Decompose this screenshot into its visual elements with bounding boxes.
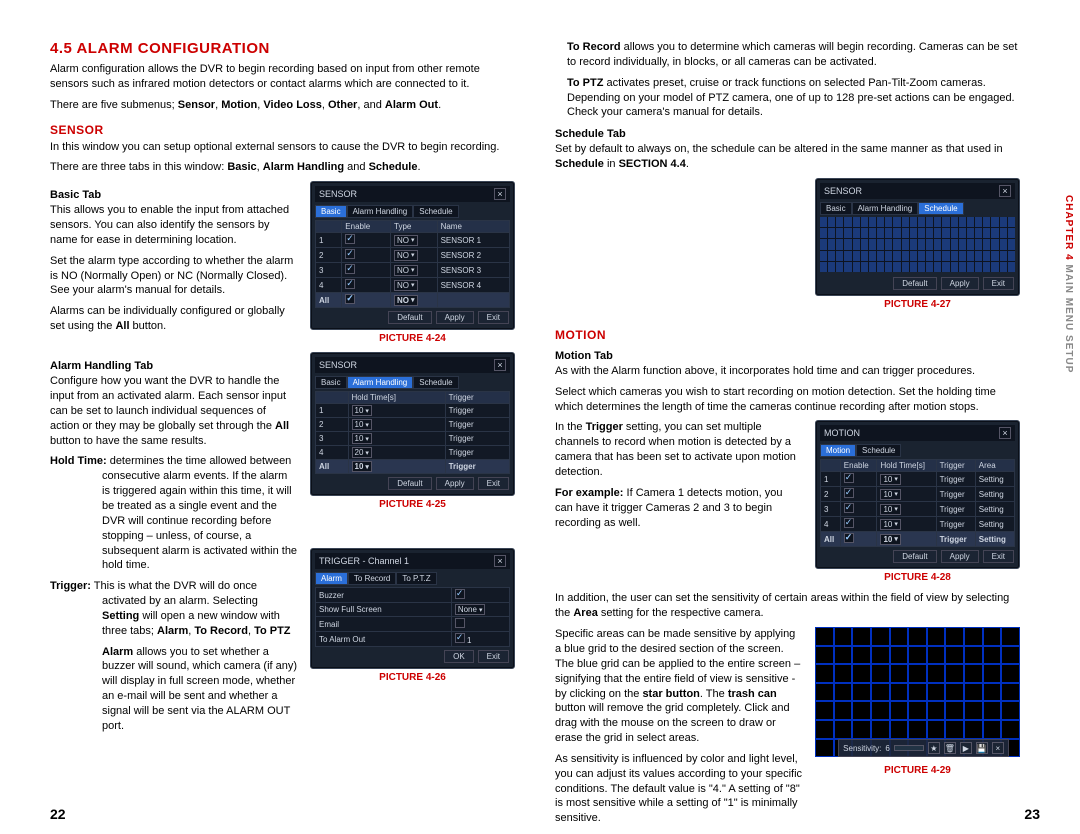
left-page: 4.5 ALARM CONFIGURATION Alarm configurat… bbox=[50, 40, 515, 814]
picture-caption: PICTURE 4-25 bbox=[310, 499, 515, 510]
save-icon[interactable]: 💾 bbox=[976, 742, 988, 754]
close-icon[interactable]: × bbox=[494, 555, 506, 567]
schedule-tab-heading: Schedule Tab bbox=[555, 128, 1020, 140]
intro-text: Alarm configuration allows the DVR to be… bbox=[50, 62, 515, 92]
sensitivity-toolbar: Sensitivity: 6 ★ 🗑 ▶ 💾 × bbox=[838, 739, 1009, 757]
test-icon[interactable]: ▶ bbox=[960, 742, 972, 754]
sensor-tabs: There are three tabs in this window: Bas… bbox=[50, 160, 515, 175]
close-icon[interactable]: × bbox=[992, 742, 1004, 754]
star-icon[interactable]: ★ bbox=[928, 742, 940, 754]
picture-caption: PICTURE 4-27 bbox=[815, 299, 1020, 310]
sensor-alarm-handling-screenshot: SENSOR× BasicAlarm HandlingSchedule Hold… bbox=[310, 352, 515, 496]
motion-area-grid-screenshot bbox=[815, 627, 1020, 757]
basic-tab-heading: Basic Tab bbox=[50, 189, 298, 201]
sensor-basic-screenshot: SENSOR× BasicAlarm HandlingSchedule Enab… bbox=[310, 181, 515, 330]
chapter-sidebar-tab: CHAPTER 4 MAIN MENU SETUP bbox=[1063, 195, 1074, 373]
page-number-right: 23 bbox=[1024, 806, 1040, 822]
close-icon[interactable]: × bbox=[494, 188, 506, 200]
close-icon[interactable]: × bbox=[999, 185, 1011, 197]
close-icon[interactable]: × bbox=[999, 427, 1011, 439]
trash-icon[interactable]: 🗑 bbox=[944, 742, 956, 754]
close-icon[interactable]: × bbox=[494, 359, 506, 371]
sensor-heading: SENSOR bbox=[50, 123, 515, 137]
section-heading: 4.5 ALARM CONFIGURATION bbox=[50, 40, 515, 57]
alarm-handling-heading: Alarm Handling Tab bbox=[50, 360, 298, 372]
chapter-title: MAIN MENU SETUP bbox=[1063, 264, 1074, 373]
submenu-list: There are five submenus; Sensor, Motion,… bbox=[50, 98, 515, 113]
page-number-left: 22 bbox=[50, 806, 66, 822]
sensor-schedule-screenshot: SENSOR× BasicAlarm HandlingSchedule Defa… bbox=[815, 178, 1020, 296]
motion-tab-screenshot: MOTION× MotionSchedule EnableHold Time[s… bbox=[815, 420, 1020, 569]
motion-tab-heading: Motion Tab bbox=[555, 350, 1020, 362]
picture-caption: PICTURE 4-26 bbox=[310, 672, 515, 683]
motion-heading: MOTION bbox=[555, 328, 1020, 342]
picture-caption: PICTURE 4-28 bbox=[815, 572, 1020, 583]
right-page: To Record allows you to determine which … bbox=[555, 40, 1050, 814]
chapter-label: CHAPTER 4 bbox=[1063, 195, 1074, 261]
trigger-channel-screenshot: TRIGGER - Channel 1× AlarmTo RecordTo P.… bbox=[310, 548, 515, 669]
picture-caption: PICTURE 4-24 bbox=[310, 333, 515, 344]
sensor-intro: In this window you can setup optional ex… bbox=[50, 140, 515, 155]
